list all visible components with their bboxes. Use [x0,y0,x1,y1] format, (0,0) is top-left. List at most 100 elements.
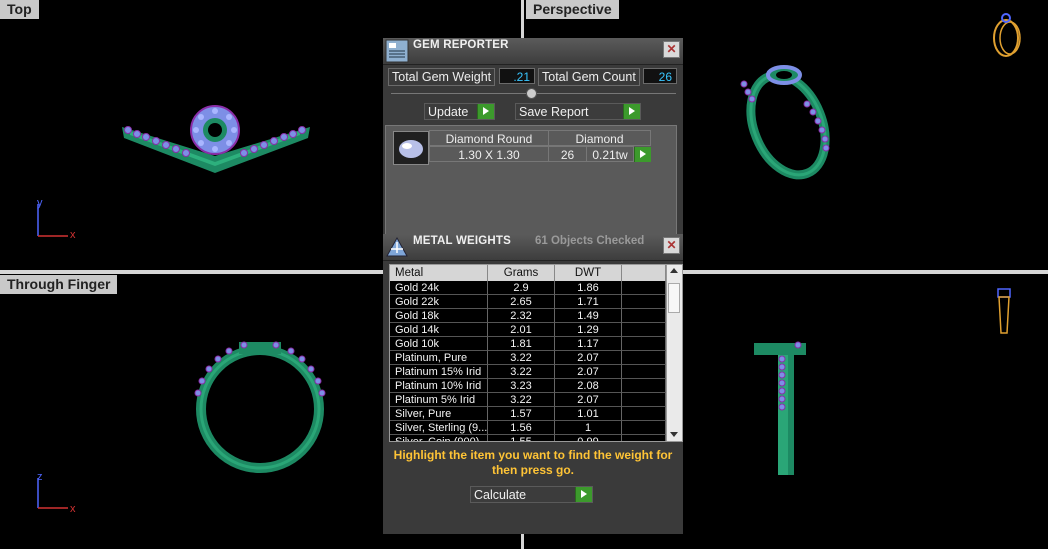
axis-label-x2: x [70,503,76,515]
update-button[interactable]: Update [424,103,495,120]
column-header-dwt[interactable]: DWT [555,265,622,281]
dwt-cell: 2.07 [555,351,622,365]
grams-cell: 1.55 [488,435,555,441]
table-row[interactable]: Gold 14k 2.01 1.29 [390,323,666,337]
table-row[interactable]: Gold 24k 2.9 1.86 [390,281,666,295]
table-row[interactable]: Platinum 10% Irid 3.23 2.08 [390,379,666,393]
objects-checked-status: 61 Objects Checked [535,235,645,247]
metal-name-cell: Gold 24k [390,281,488,295]
calculate-button-label: Calculate [474,488,527,502]
empty-cell [622,281,666,295]
table-row[interactable]: Silver, Coin (900) 1.55 0.99 [390,435,666,441]
metal-name-cell: Platinum 10% Irid [390,379,488,393]
close-icon[interactable]: ✕ [663,41,680,58]
metal-weights-icon [386,236,408,257]
metal-name-cell: Platinum, Pure [390,351,488,365]
empty-cell [622,407,666,421]
empty-cell [622,323,666,337]
grams-cell: 1.57 [488,407,555,421]
column-header-empty [622,265,666,281]
empty-cell [622,309,666,323]
axis-label-x: x [70,229,76,241]
scroll-down-icon[interactable] [670,432,678,437]
update-arrow-icon[interactable] [477,104,494,119]
empty-cell [622,379,666,393]
axis-label-y: y [37,197,43,209]
close-icon[interactable]: ✕ [663,237,680,254]
grams-cell: 2.01 [488,323,555,337]
calculate-button[interactable]: Calculate [470,486,593,503]
table-row[interactable]: Platinum, Pure 3.22 2.07 [390,351,666,365]
grams-cell: 1.81 [488,337,555,351]
empty-cell [622,421,666,435]
dwt-cell: 2.07 [555,393,622,407]
empty-cell [622,351,666,365]
metal-weights-title: METAL WEIGHTS [413,235,512,247]
gem-material[interactable]: Diamond [548,130,651,146]
grams-cell: 2.32 [488,309,555,323]
save-report-arrow-icon[interactable] [623,104,640,119]
scroll-up-icon[interactable] [670,268,678,273]
empty-cell [622,295,666,309]
gem-thumbnail-icon[interactable] [393,131,429,165]
grams-cell: 3.22 [488,351,555,365]
total-gem-weight-label: Total Gem Weight [388,68,496,86]
save-report-button[interactable]: Save Report [515,103,641,120]
total-gem-count-label: Total Gem Count [538,68,640,86]
dwt-cell: 1.17 [555,337,622,351]
table-row[interactable]: Platinum 5% Irid 3.22 2.07 [390,393,666,407]
empty-cell [622,337,666,351]
grams-cell: 2.65 [488,295,555,309]
gem-reporter-panel: GEM REPORTER ✕ Total Gem Weight .21 Tota… [383,38,683,534]
table-row[interactable]: Gold 10k 1.81 1.17 [390,337,666,351]
metal-name-cell: Gold 10k [390,337,488,351]
table-row[interactable]: Gold 22k 2.65 1.71 [390,295,666,309]
axis-label-z: z [37,471,43,483]
dwt-cell: 2.07 [555,365,622,379]
gem-go-arrow-icon[interactable] [634,147,651,162]
metal-weights-title-bar[interactable]: METAL WEIGHTS 61 Objects Checked ✕ [383,234,683,261]
table-row[interactable]: Silver, Pure 1.57 1.01 [390,407,666,421]
gem-size[interactable]: 1.30 X 1.30 [429,146,549,162]
gem-shape[interactable]: Diamond Round [429,130,549,146]
axis-gizmo-top: y x [37,197,76,241]
table-row[interactable]: Silver, Sterling (9... 1.56 1 [390,421,666,435]
metal-name-cell: Gold 22k [390,295,488,309]
column-header-metal[interactable]: Metal [390,265,488,281]
dwt-cell: 1.49 [555,309,622,323]
splitter-handle-icon[interactable] [526,88,537,99]
total-gem-count-value[interactable]: 26 [643,68,677,84]
column-header-grams[interactable]: Grams [488,265,555,281]
dwt-cell: 1 [555,421,622,435]
metal-name-cell: Silver, Pure [390,407,488,421]
dwt-cell: 1.01 [555,407,622,421]
instruction-text: Highlight the item you want to find the … [393,448,673,477]
dwt-cell: 2.08 [555,379,622,393]
update-button-label: Update [428,105,469,119]
table-scrollbar[interactable] [666,265,682,441]
grams-cell: 3.22 [488,393,555,407]
metal-name-cell: Gold 14k [390,323,488,337]
gem-count[interactable]: 26 [548,146,587,162]
gem-reporter-icon [385,39,409,63]
total-gem-weight-value[interactable]: .21 [499,68,535,84]
metal-name-cell: Silver, Sterling (9... [390,421,488,435]
table-row[interactable]: Platinum 15% Irid 3.22 2.07 [390,365,666,379]
table-row[interactable]: Gold 18k 2.32 1.49 [390,309,666,323]
scrollbar-thumb[interactable] [668,283,680,313]
metal-name-cell: Platinum 15% Irid [390,365,488,379]
metal-weights-table[interactable]: Metal Grams DWT Gold 24k 2.9 1.86 Gold 22k 2… [389,264,683,442]
gem-reporter-title-bar[interactable]: GEM REPORTER ✕ [383,38,683,65]
metal-name-cell: Silver, Coin (900) [390,435,488,441]
empty-cell [622,435,666,441]
grams-cell: 1.56 [488,421,555,435]
gem-list: Diamond Round Diamond 1.30 X 1.30 26 0.2… [385,125,677,237]
dwt-cell: 1.29 [555,323,622,337]
save-report-button-label: Save Report [519,105,589,119]
gem-weight[interactable]: 0.21tw [586,146,634,162]
grams-cell: 2.9 [488,281,555,295]
dwt-cell: 1.71 [555,295,622,309]
empty-cell [622,393,666,407]
calculate-arrow-icon[interactable] [575,487,592,502]
grams-cell: 3.23 [488,379,555,393]
